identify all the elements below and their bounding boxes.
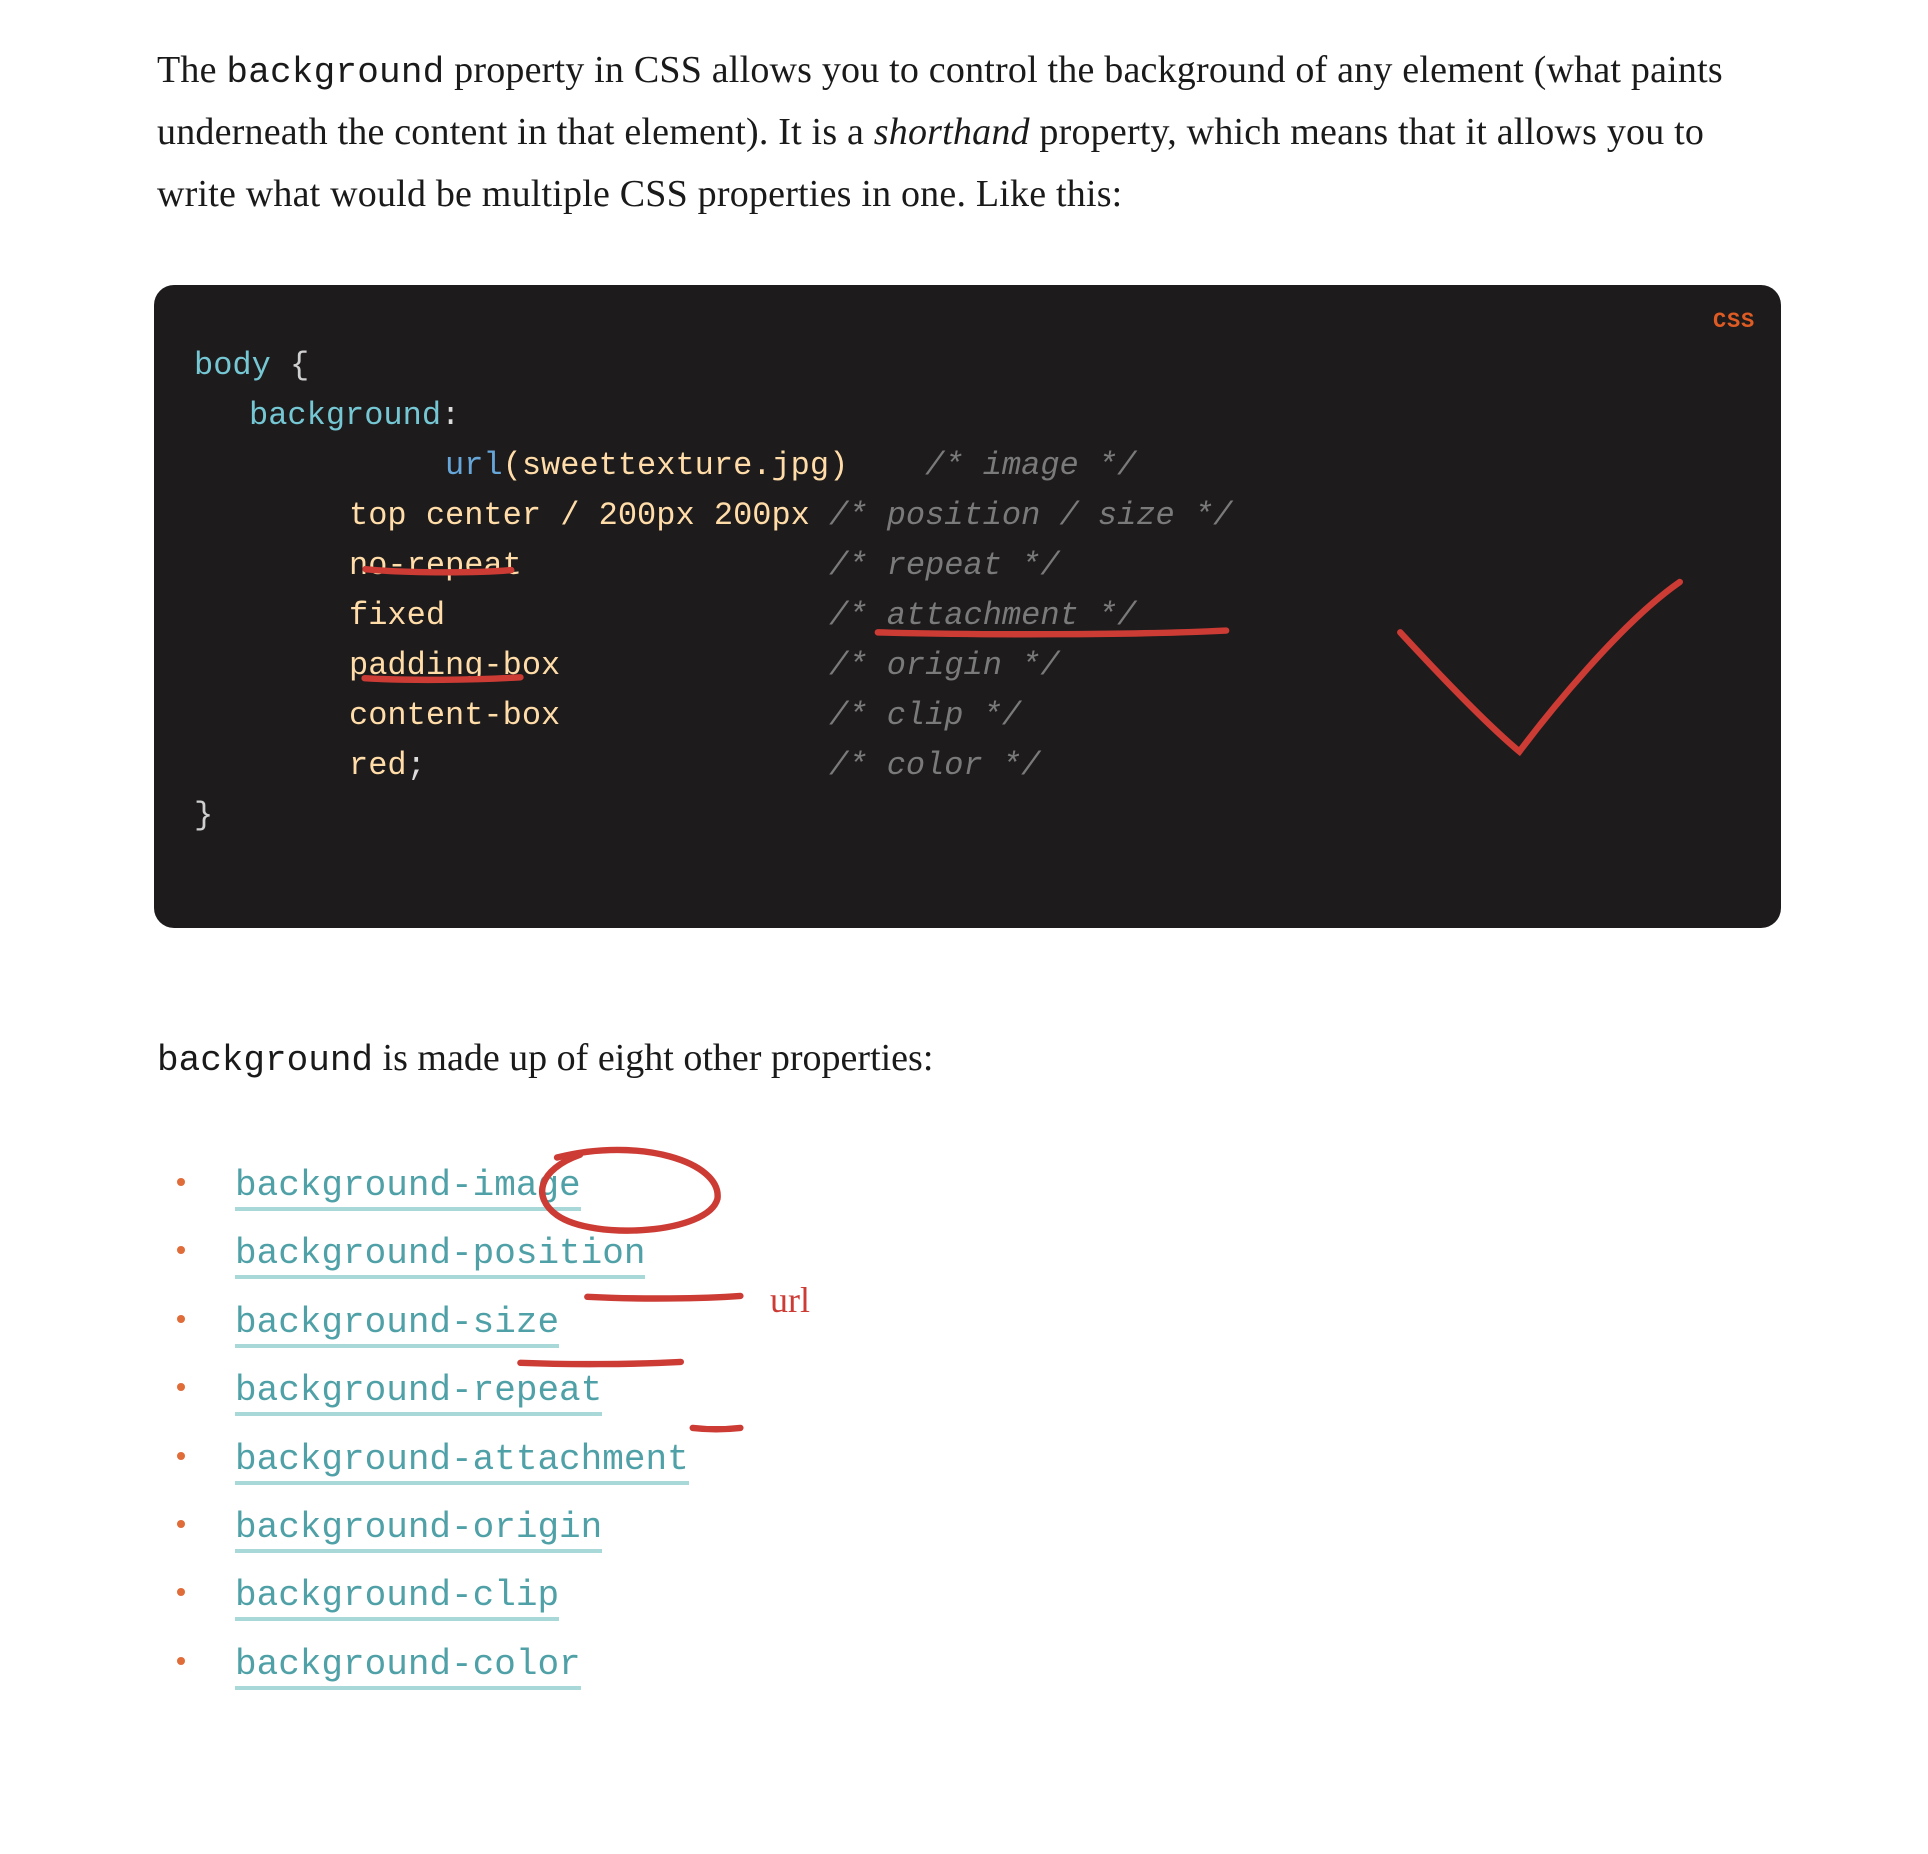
code-language-badge: CSS	[1713, 305, 1755, 339]
code-line-origin: padding-box /* origin */	[194, 641, 1771, 691]
list-item: background-position	[175, 1220, 1778, 1288]
code-line-repeat: no-repeat /* repeat */	[194, 541, 1771, 591]
link-background-clip[interactable]: background-clip	[235, 1575, 559, 1621]
after-code-text: is made up of eight other properties:	[373, 1037, 933, 1079]
link-background-size[interactable]: background-size	[235, 1302, 559, 1348]
list-item: background-image	[175, 1152, 1778, 1220]
list-item: background-clip	[175, 1562, 1778, 1630]
list-item: background-attachment	[175, 1426, 1778, 1494]
link-background-color[interactable]: background-color	[235, 1644, 581, 1690]
code-line-position: top center / 200px 200px /* position / s…	[194, 491, 1771, 541]
link-background-image[interactable]: background-image	[235, 1165, 581, 1211]
list-item: background-color	[175, 1631, 1778, 1699]
link-background-origin[interactable]: background-origin	[235, 1507, 602, 1553]
code-line-url: url(sweettexture.jpg) /* image */	[194, 441, 1771, 491]
code-block: CSS body { background: url(sweettexture.…	[154, 285, 1781, 928]
intro-text-pre: The	[157, 49, 226, 91]
list-item: background-size	[175, 1289, 1778, 1357]
code-line-close: }	[194, 791, 1771, 841]
intro-shorthand: shorthand	[874, 111, 1030, 153]
link-background-repeat[interactable]: background-repeat	[235, 1370, 602, 1416]
intro-inline-code: background	[226, 52, 444, 93]
after-code-inline-code: background	[157, 1040, 373, 1081]
page: The background property in CSS allows yo…	[0, 0, 1928, 1699]
list-item: background-repeat	[175, 1357, 1778, 1425]
property-list: background-image background-position bac…	[175, 1152, 1778, 1699]
code-line-color: red; /* color */	[194, 741, 1771, 791]
link-background-attachment[interactable]: background-attachment	[235, 1439, 689, 1485]
after-code-paragraph: background is made up of eight other pro…	[157, 1028, 1778, 1090]
code-line-2: background:	[194, 391, 1771, 441]
code-line-attachment: fixed /* attachment */	[194, 591, 1771, 641]
intro-paragraph: The background property in CSS allows yo…	[157, 40, 1778, 225]
annotation-label-url: url	[770, 1272, 810, 1330]
code-line-1: body {	[194, 341, 1771, 391]
code-line-clip: content-box /* clip */	[194, 691, 1771, 741]
link-background-position[interactable]: background-position	[235, 1233, 645, 1279]
list-item: background-origin	[175, 1494, 1778, 1562]
